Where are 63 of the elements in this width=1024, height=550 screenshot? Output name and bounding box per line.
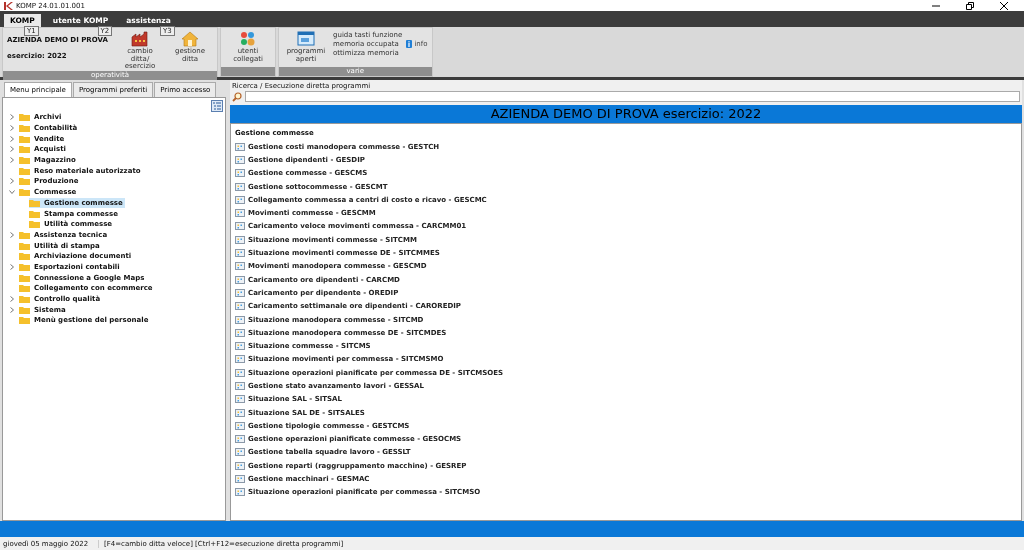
folder-icon	[19, 156, 30, 165]
program-icon	[235, 222, 245, 231]
program-icon	[235, 262, 245, 271]
search-field[interactable]	[245, 91, 1020, 102]
program-icon	[235, 342, 245, 351]
program-icon	[235, 421, 245, 430]
expand-chevron-icon[interactable]	[10, 178, 14, 185]
program-icon	[235, 235, 245, 244]
folder-icon	[19, 316, 30, 325]
program-icon	[235, 475, 245, 484]
program-icon	[235, 408, 245, 417]
folder-icon	[19, 241, 30, 250]
folder-icon	[19, 145, 30, 154]
program-icon	[235, 395, 245, 404]
program-icon	[235, 142, 245, 151]
folder-icon	[19, 262, 30, 271]
expand-chevron-icon[interactable]	[10, 231, 14, 238]
program-icon	[235, 249, 245, 257]
program-icon	[235, 355, 245, 364]
restore-icon[interactable]	[966, 1, 974, 10]
app-logo-icon	[4, 1, 13, 10]
folder-icon	[29, 198, 40, 207]
program-icon	[235, 209, 245, 218]
folder-icon	[19, 177, 30, 186]
window-icon	[297, 31, 315, 47]
search-icon	[232, 91, 242, 102]
close-icon[interactable]	[1000, 1, 1008, 10]
folder-icon	[19, 230, 30, 239]
folder-icon	[19, 113, 30, 122]
folder-icon	[19, 252, 30, 261]
folder-icon	[19, 284, 30, 293]
folder-icon	[19, 305, 30, 314]
company-banner: AZIENDA DEMO DI PROVA esercizio: 2022	[230, 105, 1022, 123]
folder-icon	[19, 188, 30, 197]
folder-icon	[19, 295, 30, 304]
folder-icon	[19, 134, 30, 143]
program-icon	[235, 328, 245, 337]
house-icon	[181, 31, 199, 47]
program-icon	[235, 195, 245, 204]
folder-icon	[19, 124, 30, 133]
program-icon	[235, 488, 245, 497]
program-icon	[235, 275, 245, 284]
program-icon	[235, 155, 245, 164]
tree-view-icon[interactable]	[211, 100, 223, 112]
program-icon	[235, 382, 245, 390]
program-icon	[235, 182, 245, 191]
group-footer	[221, 67, 275, 76]
program-icon	[235, 288, 245, 297]
expand-chevron-icon[interactable]	[10, 263, 14, 270]
users-icon	[239, 31, 257, 47]
program-icon	[235, 461, 245, 470]
program-icon	[235, 448, 245, 457]
folder-icon	[19, 166, 30, 175]
program-icon	[235, 368, 245, 377]
info-icon	[406, 40, 413, 48]
factory-icon	[131, 31, 149, 47]
folder-icon	[29, 220, 40, 229]
folder-icon	[19, 273, 30, 282]
collapse-chevron-icon[interactable]	[9, 190, 15, 195]
program-icon	[235, 315, 245, 324]
program-icon	[235, 435, 245, 444]
program-icon	[235, 169, 245, 178]
program-icon	[235, 302, 245, 311]
